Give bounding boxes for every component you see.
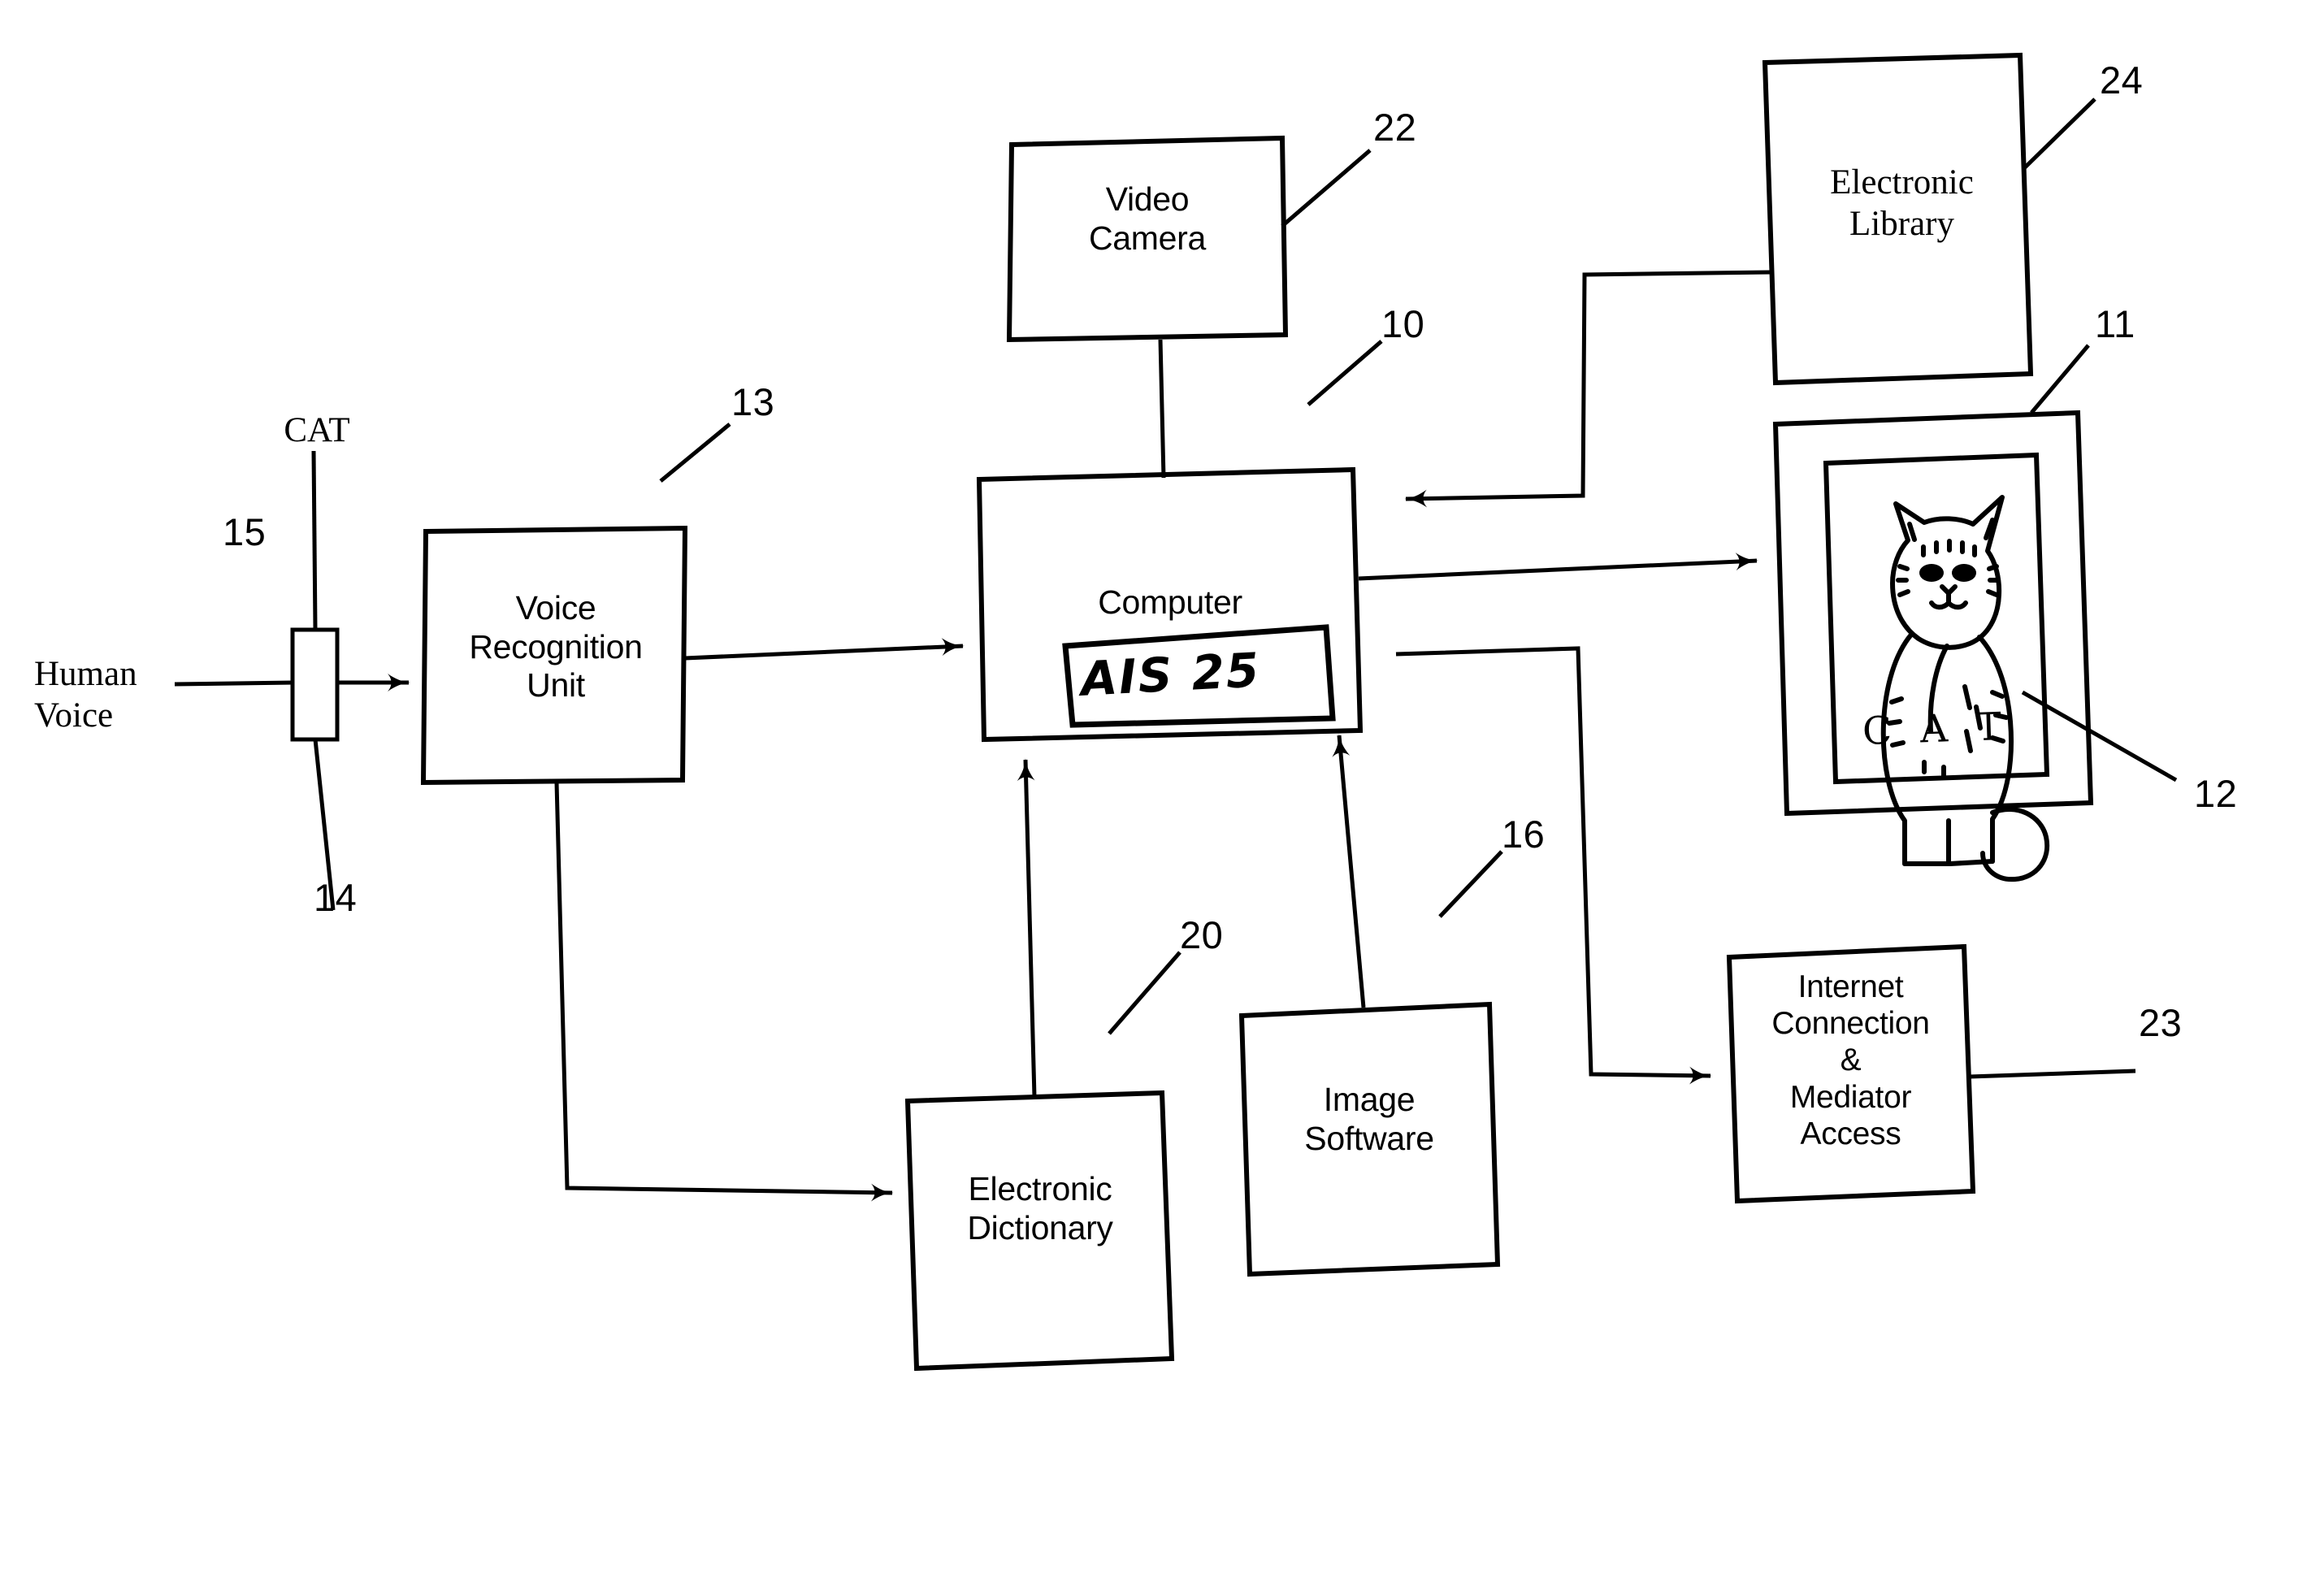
- link-vru-to-dictionary: [554, 782, 894, 1202]
- leader-10: [1307, 340, 1383, 406]
- leader-16: [1438, 850, 1503, 918]
- ref-24: 24: [2100, 59, 2144, 102]
- label-computer: Computer: [1098, 583, 1242, 621]
- microphone-element: [290, 627, 340, 742]
- label-cat-input: CAT: [284, 411, 350, 449]
- cat-drawing: [1880, 495, 2050, 882]
- label-internet-connection: Internet Connection & Mediator Access: [1771, 969, 1930, 1151]
- ref-16: 16: [1502, 813, 1546, 856]
- label-electronic-dictionary: Electronic Dictionary: [967, 1170, 1113, 1246]
- leader-24: [2022, 98, 2096, 171]
- label-electronic-library: Electronic Library: [1830, 163, 1974, 243]
- link-dictionary-to-computer: [1017, 758, 1037, 1098]
- link-library-to-computer: [1404, 270, 1772, 508]
- leader-11: [2030, 344, 2090, 414]
- ref-15: 15: [223, 510, 267, 553]
- link-imagesoftware-to-computer: [1332, 734, 1366, 1008]
- ref-20: 20: [1180, 913, 1224, 956]
- label-voice-recognition-unit: Voice Recognition Unit: [469, 589, 643, 704]
- ref-10: 10: [1381, 302, 1425, 345]
- link-camera-to-computer: [1158, 339, 1166, 479]
- leader-20: [1108, 951, 1182, 1035]
- ref-14: 14: [314, 876, 358, 919]
- link-internet-output: [1969, 1069, 2136, 1079]
- leader-22: [1281, 149, 1372, 228]
- label-image-software: Image Software: [1304, 1081, 1434, 1157]
- link-computer-to-internet: [1395, 646, 1712, 1085]
- label-video-camera: Video Camera: [1088, 180, 1207, 257]
- link-computer-to-display: [1358, 553, 1758, 581]
- link-vru-to-computer: [684, 638, 965, 661]
- block-display-frame[interactable]: [1772, 410, 2094, 817]
- display-frame-caption: C A T: [1862, 704, 2011, 754]
- ref-11: 11: [2095, 302, 2135, 345]
- leader-13: [659, 423, 731, 483]
- ref-12: 12: [2194, 772, 2238, 815]
- ref-13: 13: [731, 380, 775, 423]
- label-human-voice: Human Voice: [34, 655, 137, 735]
- link-mic-lead-upper: [311, 450, 318, 631]
- patent-figure: Human Voice CAT Voice Recognition Unit V…: [0, 0, 2324, 1591]
- ref-23: 23: [2139, 1001, 2183, 1044]
- ref-22: 22: [1373, 106, 1417, 149]
